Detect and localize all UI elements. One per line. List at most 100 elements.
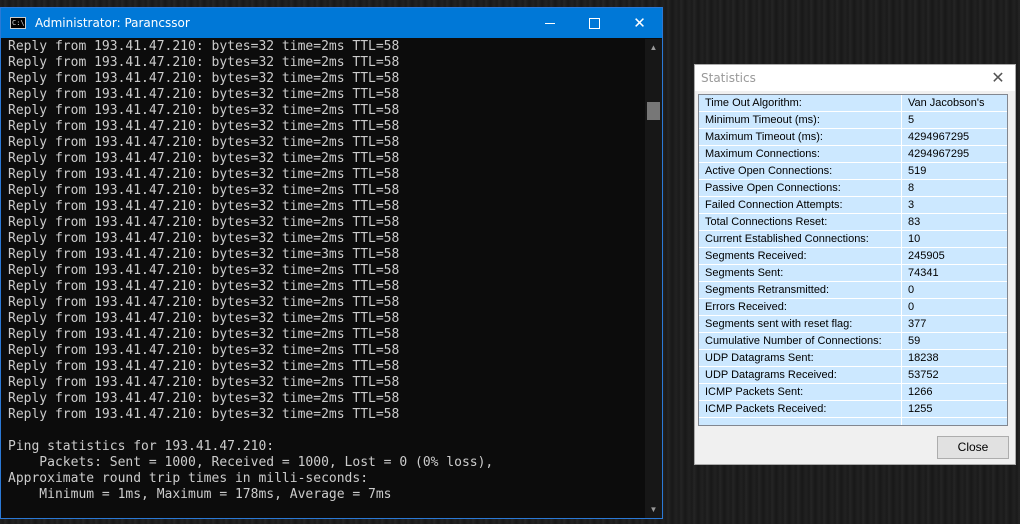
statistic-name: Passive Open Connections: xyxy=(699,179,902,197)
close-icon: ✕ xyxy=(633,14,646,32)
statistic-value: 377 xyxy=(901,315,1007,333)
statistic-value: 0 xyxy=(901,281,1007,299)
console-line: Reply from 193.41.47.210: bytes=32 time=… xyxy=(8,391,400,406)
statistics-row[interactable]: ICMP Packets Sent: 1266 xyxy=(699,383,1007,401)
statistic-value: 74341 xyxy=(901,264,1007,282)
console-line: Reply from 193.41.47.210: bytes=32 time=… xyxy=(8,167,400,182)
minimize-button[interactable] xyxy=(527,8,572,38)
statistic-value: 1266 xyxy=(901,383,1007,401)
console-scrollbar[interactable]: ▲ ▼ xyxy=(645,39,662,518)
statistic-value: 18238 xyxy=(901,349,1007,367)
console-line: Reply from 193.41.47.210: bytes=32 time=… xyxy=(8,231,400,246)
statistics-row[interactable]: Total Connections Reset: 83 xyxy=(699,213,1007,231)
console-line: Reply from 193.41.47.210: bytes=32 time=… xyxy=(8,359,400,374)
console-line: Reply from 193.41.47.210: bytes=32 time=… xyxy=(8,215,400,230)
statistic-name: UDP Datagrams Received: xyxy=(699,366,902,384)
console-line: Minimum = 1ms, Maximum = 178ms, Average … xyxy=(8,487,392,502)
statistics-titlebar[interactable]: Statistics ✕ xyxy=(695,65,1015,91)
statistic-value: 4294967295 xyxy=(901,128,1007,146)
console-line: Reply from 193.41.47.210: bytes=32 time=… xyxy=(8,151,400,166)
statistics-row[interactable]: ICMP Packets Received: 1255 xyxy=(699,400,1007,418)
close-dialog-button[interactable]: Close xyxy=(937,436,1009,459)
statistic-value: 519 xyxy=(901,162,1007,180)
empty-cell xyxy=(901,417,1007,425)
console-line: Reply from 193.41.47.210: bytes=32 time=… xyxy=(8,87,400,102)
console-window[interactable]: C:\ Administrator: Parancssor ✕ Reply fr… xyxy=(0,7,663,519)
statistic-name: Segments sent with reset flag: xyxy=(699,315,902,333)
statistics-row[interactable]: Segments Retransmitted: 0 xyxy=(699,281,1007,299)
statistic-name: Maximum Connections: xyxy=(699,145,902,163)
console-line: Reply from 193.41.47.210: bytes=32 time=… xyxy=(8,71,400,86)
console-line: Reply from 193.41.47.210: bytes=32 time=… xyxy=(8,199,400,214)
console-line: Reply from 193.41.47.210: bytes=32 time=… xyxy=(8,407,400,422)
console-line: Reply from 193.41.47.210: bytes=32 time=… xyxy=(8,119,400,134)
scroll-thumb[interactable] xyxy=(647,102,660,120)
statistic-name: ICMP Packets Sent: xyxy=(699,383,902,401)
statistic-name: Cumulative Number of Connections: xyxy=(699,332,902,350)
statistics-row[interactable]: Failed Connection Attempts: 3 xyxy=(699,196,1007,214)
statistics-row[interactable]: Cumulative Number of Connections: 59 xyxy=(699,332,1007,350)
statistic-name: Maximum Timeout (ms): xyxy=(699,128,902,146)
console-line: Reply from 193.41.47.210: bytes=32 time=… xyxy=(8,39,400,54)
statistic-name: Active Open Connections: xyxy=(699,162,902,180)
console-titlebar[interactable]: C:\ Administrator: Parancssor ✕ xyxy=(1,8,662,38)
maximize-icon xyxy=(589,18,600,29)
scroll-up-arrow-icon[interactable]: ▲ xyxy=(645,39,662,56)
console-line: Reply from 193.41.47.210: bytes=32 time=… xyxy=(8,247,400,262)
statistics-title: Statistics xyxy=(701,71,756,85)
empty-cell xyxy=(699,417,902,425)
statistic-value: 59 xyxy=(901,332,1007,350)
statistics-row[interactable]: UDP Datagrams Received: 53752 xyxy=(699,366,1007,384)
statistic-name: UDP Datagrams Sent: xyxy=(699,349,902,367)
statistic-value: 1255 xyxy=(901,400,1007,418)
statistic-value: 10 xyxy=(901,230,1007,248)
statistic-name: Current Established Connections: xyxy=(699,230,902,248)
console-line: Approximate round trip times in milli-se… xyxy=(8,471,369,486)
statistic-name: Failed Connection Attempts: xyxy=(699,196,902,214)
statistics-row[interactable]: Errors Received: 0 xyxy=(699,298,1007,316)
statistics-row[interactable]: Time Out Algorithm: Van Jacobson's xyxy=(699,95,1007,112)
maximize-button[interactable] xyxy=(572,8,617,38)
console-line: Packets: Sent = 1000, Received = 1000, L… xyxy=(8,455,494,470)
console-line: Reply from 193.41.47.210: bytes=32 time=… xyxy=(8,135,400,150)
statistics-row[interactable]: Maximum Timeout (ms): 4294967295 xyxy=(699,128,1007,146)
console-line: Reply from 193.41.47.210: bytes=32 time=… xyxy=(8,183,400,198)
console-app-icon: C:\ xyxy=(10,17,26,29)
statistic-value: 245905 xyxy=(901,247,1007,265)
statistic-value: 83 xyxy=(901,213,1007,231)
statistics-row[interactable]: Passive Open Connections: 8 xyxy=(699,179,1007,197)
statistics-row[interactable]: Segments Received: 245905 xyxy=(699,247,1007,265)
console-line: Reply from 193.41.47.210: bytes=32 time=… xyxy=(8,375,400,390)
console-title: Administrator: Parancssor xyxy=(35,16,190,30)
console-output[interactable]: Reply from 193.41.47.210: bytes=32 time=… xyxy=(8,39,638,517)
console-line: Reply from 193.41.47.210: bytes=32 time=… xyxy=(8,263,400,278)
statistics-row[interactable]: Active Open Connections: 519 xyxy=(699,162,1007,180)
console-line: Reply from 193.41.47.210: bytes=32 time=… xyxy=(8,295,400,310)
scroll-down-arrow-icon[interactable]: ▼ xyxy=(645,501,662,518)
console-line: Reply from 193.41.47.210: bytes=32 time=… xyxy=(8,327,400,342)
statistics-list[interactable]: Time Out Algorithm: Van Jacobson's Minimum… xyxy=(698,94,1008,426)
statistic-value: Van Jacobson's xyxy=(901,95,1007,112)
statistics-empty-row xyxy=(699,417,1007,425)
console-line: Reply from 193.41.47.210: bytes=32 time=… xyxy=(8,279,400,294)
statistics-row[interactable]: Minimum Timeout (ms): 5 xyxy=(699,111,1007,129)
console-line: Reply from 193.41.47.210: bytes=32 time=… xyxy=(8,311,400,326)
statistics-row[interactable]: Segments sent with reset flag: 377 xyxy=(699,315,1007,333)
console-line: Ping statistics for 193.41.47.210: xyxy=(8,439,275,454)
statistic-name: Segments Sent: xyxy=(699,264,902,282)
statistic-name: Minimum Timeout (ms): xyxy=(699,111,902,129)
statistics-row[interactable]: Segments Sent: 74341 xyxy=(699,264,1007,282)
statistic-name: Total Connections Reset: xyxy=(699,213,902,231)
close-button[interactable]: ✕ xyxy=(617,8,662,38)
statistic-name: Segments Received: xyxy=(699,247,902,265)
minimize-icon xyxy=(544,23,555,24)
console-line: Reply from 193.41.47.210: bytes=32 time=… xyxy=(8,343,400,358)
console-line: Reply from 193.41.47.210: bytes=32 time=… xyxy=(8,55,400,70)
statistics-row[interactable]: UDP Datagrams Sent: 18238 xyxy=(699,349,1007,367)
statistics-dialog[interactable]: Statistics ✕ Time Out Algorithm: Van Jaco… xyxy=(694,64,1016,465)
statistics-row[interactable]: Current Established Connections: 10 xyxy=(699,230,1007,248)
statistics-row[interactable]: Maximum Connections: 4294967295 xyxy=(699,145,1007,163)
dialog-close-icon[interactable]: ✕ xyxy=(987,67,1009,89)
